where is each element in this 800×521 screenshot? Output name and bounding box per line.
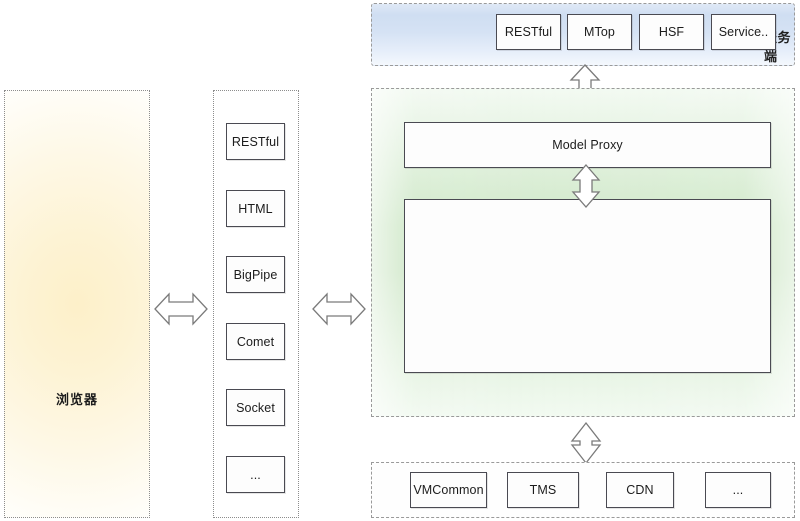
- bottom-box-vmcommon[interactable]: VMCommon: [410, 472, 487, 508]
- node-main-panel[interactable]: [404, 199, 771, 373]
- bottom-box-more[interactable]: ...: [705, 472, 771, 508]
- browser-region-label: 浏览器: [55, 392, 98, 407]
- server-box-restful[interactable]: RESTful: [496, 14, 561, 50]
- server-box-mtop[interactable]: MTop: [567, 14, 632, 50]
- arrow-browser-to-protocol: [153, 288, 209, 330]
- bottom-box-cdn[interactable]: CDN: [606, 472, 674, 508]
- protocol-box-socket[interactable]: Socket: [226, 389, 285, 426]
- arrow-protocol-to-node: [311, 288, 367, 330]
- protocol-box-bigpipe[interactable]: BigPipe: [226, 256, 285, 293]
- server-box-service[interactable]: Service..: [711, 14, 776, 50]
- model-proxy-box[interactable]: Model Proxy: [404, 122, 771, 168]
- browser-region: 浏览器: [4, 90, 150, 518]
- protocol-box-restful[interactable]: RESTful: [226, 123, 285, 160]
- protocol-box-comet[interactable]: Comet: [226, 323, 285, 360]
- diagram-canvas: 浏览器 RESTful HTML BigPipe Comet Socket ..…: [0, 0, 800, 521]
- arrow-node-to-bottom: [566, 421, 606, 465]
- bottom-box-tms[interactable]: TMS: [507, 472, 579, 508]
- protocol-box-html[interactable]: HTML: [226, 190, 285, 227]
- server-box-hsf[interactable]: HSF: [639, 14, 704, 50]
- protocol-box-more[interactable]: ...: [226, 456, 285, 493]
